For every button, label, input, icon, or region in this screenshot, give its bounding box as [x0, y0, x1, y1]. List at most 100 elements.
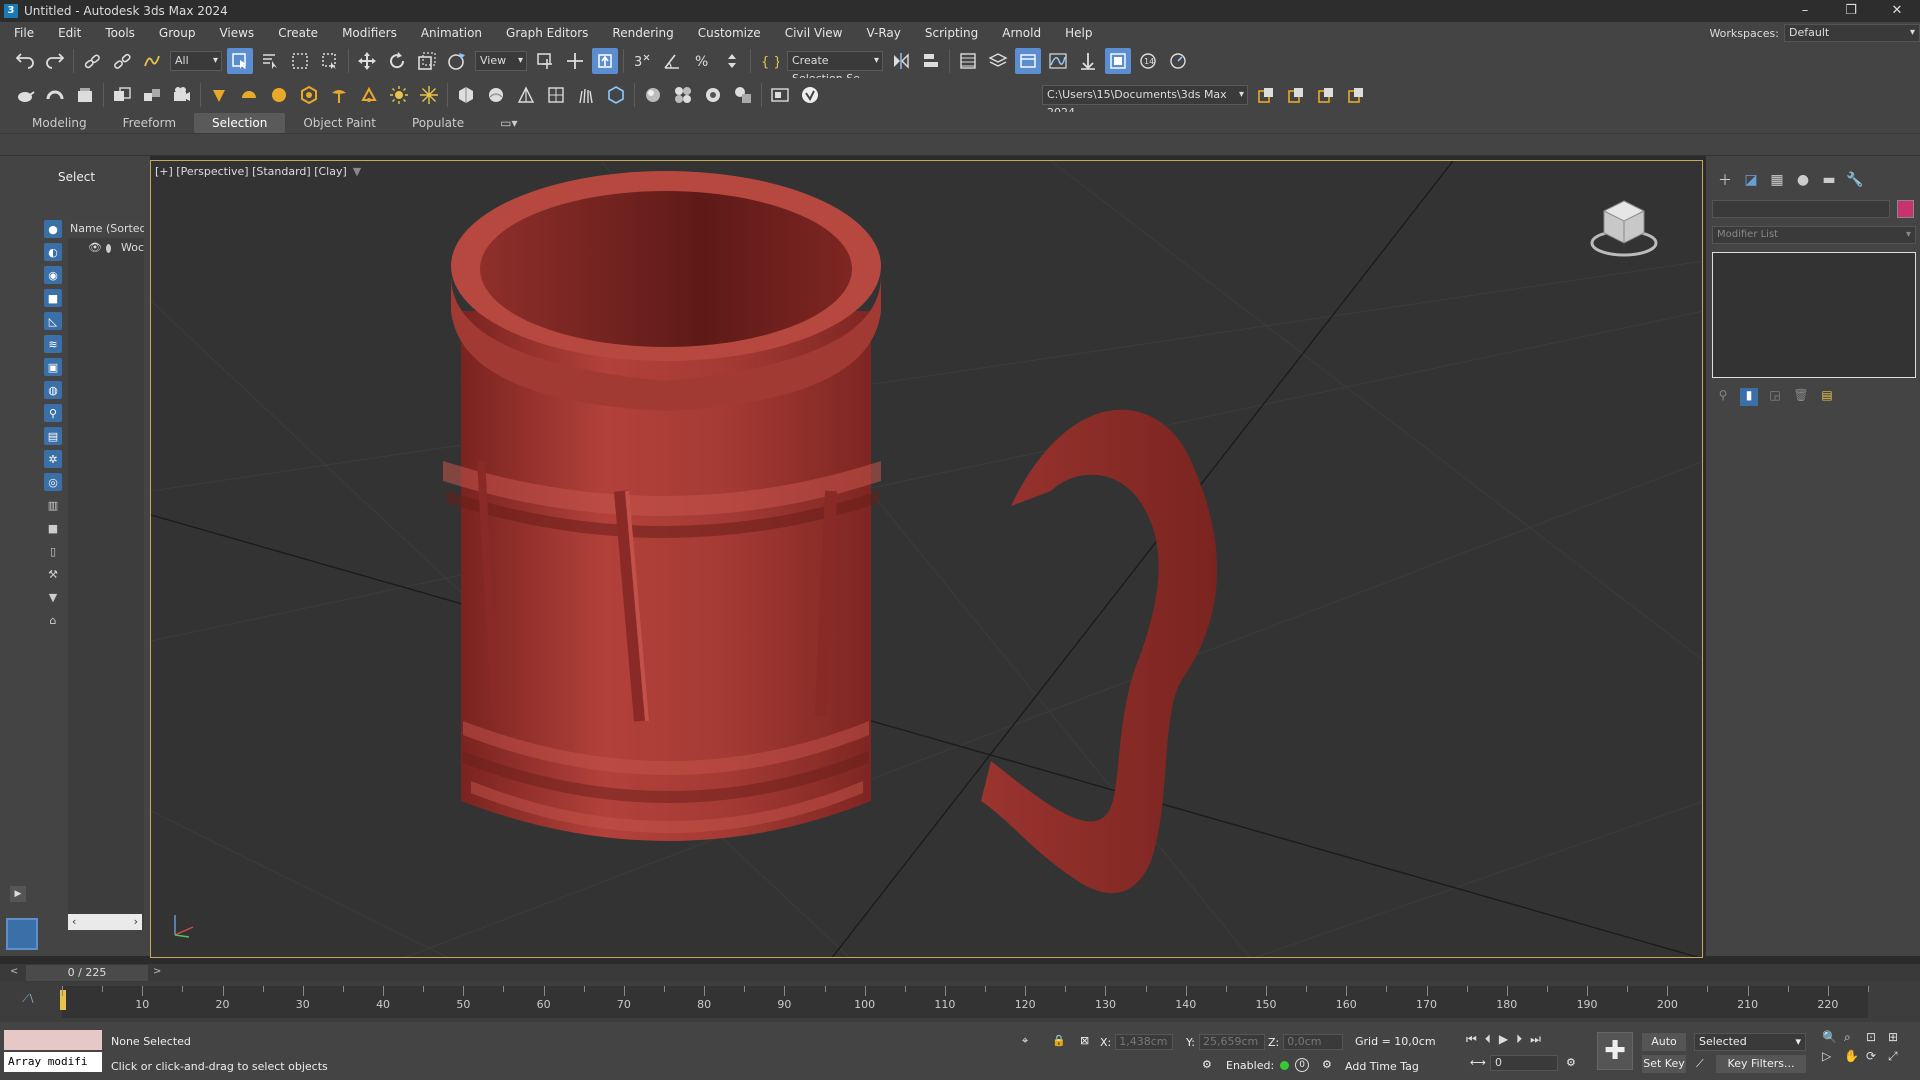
menu-create[interactable]: Create — [266, 22, 330, 44]
add-time-tag[interactable]: Add Time Tag — [1345, 1060, 1419, 1073]
redo-icon[interactable] — [42, 48, 68, 74]
container-open-icon[interactable] — [1283, 82, 1309, 108]
display-particles-icon[interactable]: ✲ — [44, 450, 62, 468]
zoom-icon[interactable]: 🔍 — [1822, 1030, 1844, 1045]
menu-rendering[interactable]: Rendering — [600, 22, 685, 44]
time-slider-thumb[interactable]: 0 / 225 — [26, 965, 148, 981]
reference-coordinate-dropdown[interactable]: View — [475, 51, 527, 71]
expand-panel-icon[interactable]: ▶ — [10, 886, 26, 902]
display-cameras-icon[interactable]: ■ — [44, 289, 62, 307]
scene-object-row[interactable]: 👁 Woc — [68, 238, 144, 258]
vray-fur-icon[interactable] — [513, 82, 539, 108]
vray-proxy-icon[interactable] — [453, 82, 479, 108]
z-field[interactable]: 0,0cm — [1283, 1034, 1344, 1050]
vray-sphere-icon[interactable] — [483, 82, 509, 108]
menu-file[interactable]: File — [0, 22, 46, 44]
schematic-view-icon[interactable] — [1075, 48, 1101, 74]
sphere-light-icon[interactable] — [266, 82, 292, 108]
ambient-light-icon[interactable] — [416, 82, 442, 108]
tab-selection[interactable]: Selection — [194, 112, 286, 133]
torus-knot-icon[interactable] — [42, 82, 68, 108]
scroll-right-icon[interactable]: › — [134, 914, 138, 930]
zoom-extents-all-icon[interactable]: ⊞ — [1888, 1030, 1910, 1045]
utilities-tab-icon[interactable]: 🔧 — [1842, 170, 1868, 190]
tab-object-paint[interactable]: Object Paint — [285, 113, 394, 133]
named-selection-dropdown[interactable]: Create Selection Se — [787, 51, 883, 85]
display-all-icon[interactable]: ▥ — [44, 496, 62, 514]
keyboard-shortcut-override-icon[interactable] — [592, 48, 618, 74]
menu-civil-view[interactable]: Civil View — [773, 22, 855, 44]
rotate-icon[interactable] — [384, 48, 410, 74]
viewport-filter-icon[interactable]: ▼ — [353, 165, 361, 178]
maxscript-listener-output[interactable] — [4, 1030, 102, 1050]
workspace-select[interactable]: Default — [1784, 24, 1920, 42]
modifier-stack[interactable] — [1712, 252, 1916, 378]
link-icon[interactable] — [79, 48, 105, 74]
select-object-icon[interactable] — [227, 48, 253, 74]
display-frozen-icon[interactable]: ◎ — [44, 473, 62, 491]
menu-modifiers[interactable]: Modifiers — [330, 22, 409, 44]
material-editor-icon[interactable] — [1105, 48, 1131, 74]
key-filters-button[interactable]: Key Filters... — [1716, 1055, 1806, 1073]
adaptive-degradation-icon[interactable]: ⚙ — [1202, 1058, 1212, 1071]
x-field[interactable]: 1,438cm — [1115, 1034, 1174, 1050]
time-configuration-icon[interactable]: ⟷ — [1470, 1056, 1486, 1069]
menu-help[interactable]: Help — [1053, 22, 1104, 44]
edit-named-selection-icon[interactable]: { } — [756, 48, 782, 74]
menu-edit[interactable]: Edit — [46, 22, 93, 44]
move-icon[interactable] — [354, 48, 380, 74]
tab-modeling[interactable]: Modeling — [14, 113, 105, 133]
time-tag-icon[interactable]: ⚙ — [1322, 1058, 1332, 1071]
box-icon[interactable] — [72, 82, 98, 108]
menu-customize[interactable]: Customize — [686, 22, 773, 44]
frame-buffer-icon[interactable] — [767, 82, 793, 108]
select-manipulate-icon[interactable] — [562, 48, 588, 74]
zoom-extents-icon[interactable]: ⊡ — [1866, 1030, 1888, 1045]
rectangular-selection-icon[interactable] — [287, 48, 313, 74]
key-mode-dropdown[interactable]: Selected — [1694, 1033, 1806, 1051]
layer-explorer-toggle[interactable] — [6, 918, 38, 950]
perspective-viewport[interactable]: [+] [Perspective] [Standard] [Clay] ▼ — [150, 160, 1703, 958]
unlink-icon[interactable] — [109, 48, 135, 74]
menu-arnold[interactable]: Arnold — [990, 22, 1053, 44]
material-library-icon[interactable] — [670, 82, 696, 108]
object-name-field[interactable] — [1712, 200, 1890, 218]
camera-icon[interactable] — [169, 82, 195, 108]
display-helpers-icon[interactable]: ◺ — [44, 312, 62, 330]
menu-views[interactable]: Views — [207, 22, 266, 44]
array-icon[interactable] — [139, 82, 165, 108]
remove-modifier-icon[interactable]: 🗑 — [1792, 388, 1810, 406]
modifier-list-dropdown[interactable]: Modifier List — [1712, 226, 1916, 244]
display-none-icon[interactable]: ■ — [44, 519, 62, 537]
scene-explorer-icon[interactable] — [955, 48, 981, 74]
display-containers-icon[interactable]: ▤ — [44, 427, 62, 445]
auto-key-button[interactable]: Auto Key — [1642, 1033, 1686, 1066]
viewport-label-text[interactable]: [+] [Perspective] [Standard] [Clay] — [155, 165, 347, 178]
configure-modifier-sets-icon[interactable]: ▤ — [1818, 388, 1836, 406]
hierarchy-tab-icon[interactable]: ▦ — [1764, 170, 1790, 190]
tab-populate[interactable]: Populate — [394, 113, 482, 133]
menu-graph-editors[interactable]: Graph Editors — [494, 22, 600, 44]
mirror-icon[interactable] — [888, 48, 914, 74]
pivot-center-icon[interactable] — [532, 48, 558, 74]
filter-settings-icon[interactable]: ⚒ — [44, 565, 62, 583]
tab-freeform[interactable]: Freeform — [105, 113, 194, 133]
selection-filter-dropdown[interactable]: All — [170, 51, 222, 71]
selection-lock-icon[interactable]: 🔒 — [1052, 1034, 1066, 1047]
show-end-result-icon[interactable]: ▮ — [1740, 388, 1758, 406]
set-key-button[interactable]: Set Key — [1642, 1055, 1686, 1073]
next-frame-icon[interactable]: ⏵ — [1516, 1032, 1522, 1047]
window-crossing-icon[interactable] — [317, 48, 343, 74]
open-mini-curve-editor-icon[interactable]: ⟋\ — [22, 992, 33, 1006]
mesh-light-icon[interactable] — [326, 82, 352, 108]
snap-3d-icon[interactable]: 3 — [629, 48, 655, 74]
vantage-icon[interactable] — [797, 82, 823, 108]
viewcube-icon[interactable] — [1586, 191, 1662, 261]
select-by-name-icon[interactable] — [257, 48, 283, 74]
make-unique-icon[interactable]: ◲ — [1766, 388, 1784, 406]
motion-tab-icon[interactable]: ● — [1790, 170, 1816, 190]
modify-tab-icon[interactable]: ◪ — [1738, 170, 1764, 190]
pin-stack-icon[interactable]: ⚲ — [1714, 388, 1732, 406]
dome-light-icon[interactable] — [296, 82, 322, 108]
display-bones-icon[interactable]: ⚲ — [44, 404, 62, 422]
